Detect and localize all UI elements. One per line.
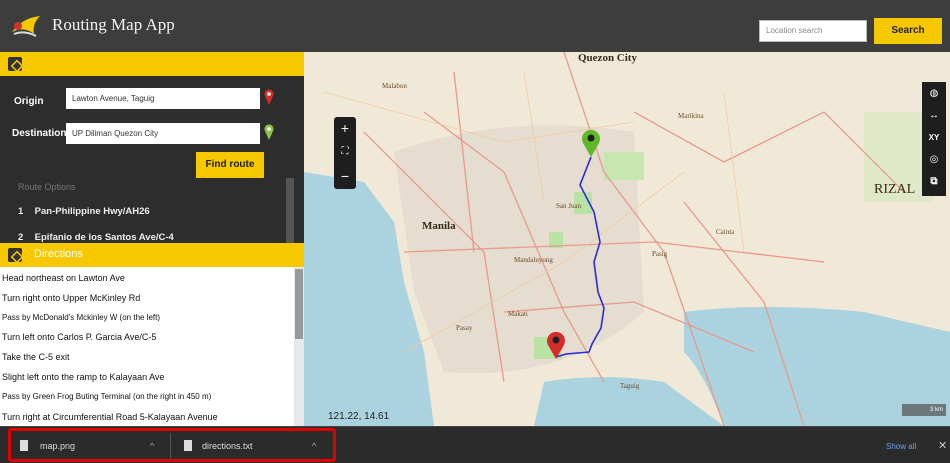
direction-step: Turn left onto Carlos P. Garcia Ave/C-5: [2, 332, 157, 342]
coordinate-readout: 121.22, 14.61: [328, 411, 390, 422]
map-view[interactable]: Quezon City Manila Marikina San Juan Man…: [304, 52, 950, 426]
map-label-rizal: RIZAL: [874, 182, 916, 197]
app-header: Routing Map App Location search Search: [0, 0, 950, 52]
direction-step: Pass by Green Frog Buting Terminal (on t…: [2, 392, 212, 401]
direction-step: Head northeast on Lawton Ave: [2, 273, 125, 283]
app-logo-icon: [12, 16, 40, 37]
map-label-marikina: Marikina: [678, 112, 704, 120]
map-label-manila: Manila: [422, 220, 456, 232]
routing-panel-header: [0, 52, 304, 76]
origin-pin-icon[interactable]: [264, 89, 274, 105]
route-option-2[interactable]: 2 Epifanio de los Santos Ave/C-4: [18, 232, 174, 243]
destination-label: Destination: [12, 128, 67, 139]
highlight-box: [8, 428, 336, 462]
directions-list: Head northeast on Lawton Ave Turn right …: [0, 267, 294, 426]
direction-step: Take the C-5 exit: [2, 352, 70, 362]
map-tools: ◍ ↔ XY ◎ ⧉: [922, 82, 946, 196]
route-option-name: Pan-Philippine Hwy/AH26: [34, 206, 150, 217]
app-title: Routing Map App: [52, 15, 175, 34]
route-option-number: 2: [18, 232, 24, 243]
destination-pin-icon[interactable]: [264, 124, 274, 140]
close-icon[interactable]: ✕: [938, 439, 947, 452]
zoom-out-button[interactable]: −: [334, 165, 356, 187]
directions-layers-icon: [8, 248, 22, 262]
map-label-mandaluyong: Mandaluyong: [514, 256, 553, 264]
directions-title: Directions: [34, 248, 83, 260]
direction-step: Turn right at Circumferential Road 5-Kal…: [2, 412, 218, 422]
directions-scroll-thumb[interactable]: [295, 269, 303, 339]
globe-icon[interactable]: ◍: [922, 82, 946, 106]
locate-icon[interactable]: ◎: [922, 148, 946, 172]
route-option-name: Epifanio de los Santos Ave/C-4: [34, 232, 174, 243]
direction-step: Pass by McDonald's Mckinley W (on the le…: [2, 313, 161, 322]
zoom-in-button[interactable]: +: [334, 117, 356, 139]
layers-icon: [8, 57, 22, 71]
directions-scrollbar[interactable]: [294, 267, 304, 426]
map-label-san-juan: San Juan: [556, 202, 582, 210]
find-route-button[interactable]: Find route: [196, 152, 264, 178]
search-button[interactable]: Search: [874, 18, 942, 44]
show-all-link[interactable]: Show all: [886, 442, 916, 451]
fullscreen-button[interactable]: ⛶: [334, 141, 356, 163]
origin-input[interactable]: Lawton Avenue, Taguig: [66, 88, 260, 109]
map-scale: 3 km: [902, 404, 946, 416]
route-options-header: Route Options: [18, 182, 76, 192]
direction-step: Slight left onto the ramp to Kalayaan Av…: [2, 372, 165, 382]
route-option-number: 1: [18, 206, 24, 217]
map-label-malabon: Malabon: [382, 82, 407, 90]
measure-icon[interactable]: ↔: [922, 104, 946, 128]
external-link-icon[interactable]: ⧉: [922, 170, 946, 194]
map-canvas: [304, 52, 950, 426]
location-search-input[interactable]: Location search: [759, 20, 867, 42]
direction-step: Turn right onto Upper McKinley Rd: [2, 293, 141, 303]
destination-input[interactable]: UP Diliman Quezon City: [66, 123, 260, 144]
xy-coordinate-icon[interactable]: XY: [922, 126, 946, 150]
map-label-cainta: Cainta: [716, 228, 735, 236]
zoom-controls: + ⛶ −: [334, 117, 356, 189]
map-label-pasay: Pasay: [456, 324, 473, 332]
directions-header: Directions: [0, 243, 304, 267]
map-label-taguig: Taguig: [620, 382, 640, 390]
route-option-1[interactable]: 1 Pan-Philippine Hwy/AH26: [18, 206, 150, 217]
map-label-makati: Makati: [508, 310, 528, 318]
map-label-quezon-city: Quezon City: [578, 52, 637, 64]
route-options-scrollbar[interactable]: [286, 178, 294, 244]
origin-label: Origin: [14, 96, 44, 107]
map-label-pasig: Pasig: [652, 250, 668, 258]
